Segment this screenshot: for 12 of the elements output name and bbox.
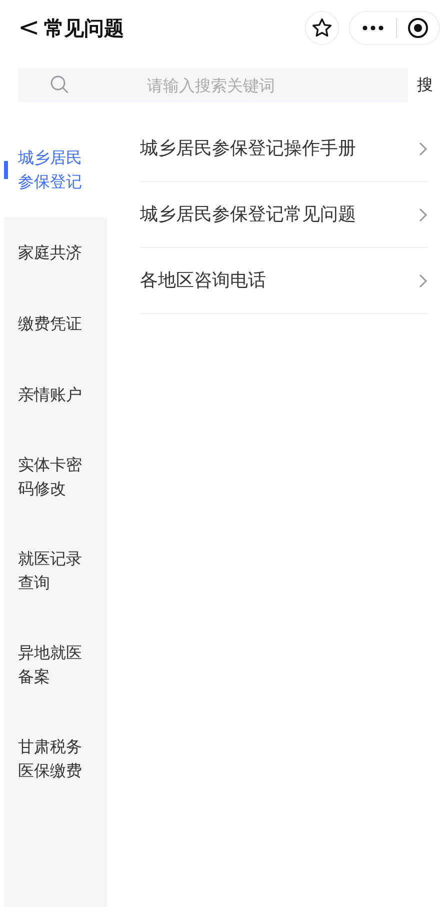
- page-title: 常见问题: [44, 14, 124, 42]
- search-field[interactable]: 请输入搜索关键词: [18, 68, 408, 102]
- search-button[interactable]: 搜: [408, 73, 433, 97]
- faq-item[interactable]: 城乡居民参保登记操作手册: [140, 116, 428, 182]
- chevron-right-icon: [418, 140, 428, 156]
- faq-item[interactable]: 城乡居民参保登记常见问题: [140, 182, 428, 248]
- back-button[interactable]: <: [18, 14, 40, 40]
- faq-item[interactable]: 各地区咨询电话: [140, 248, 428, 314]
- search-icon: [50, 75, 70, 95]
- chevron-right-icon: [418, 272, 428, 288]
- sidebar-item[interactable]: 城乡居民参保登记: [4, 123, 107, 217]
- chevron-right-icon: [418, 206, 428, 222]
